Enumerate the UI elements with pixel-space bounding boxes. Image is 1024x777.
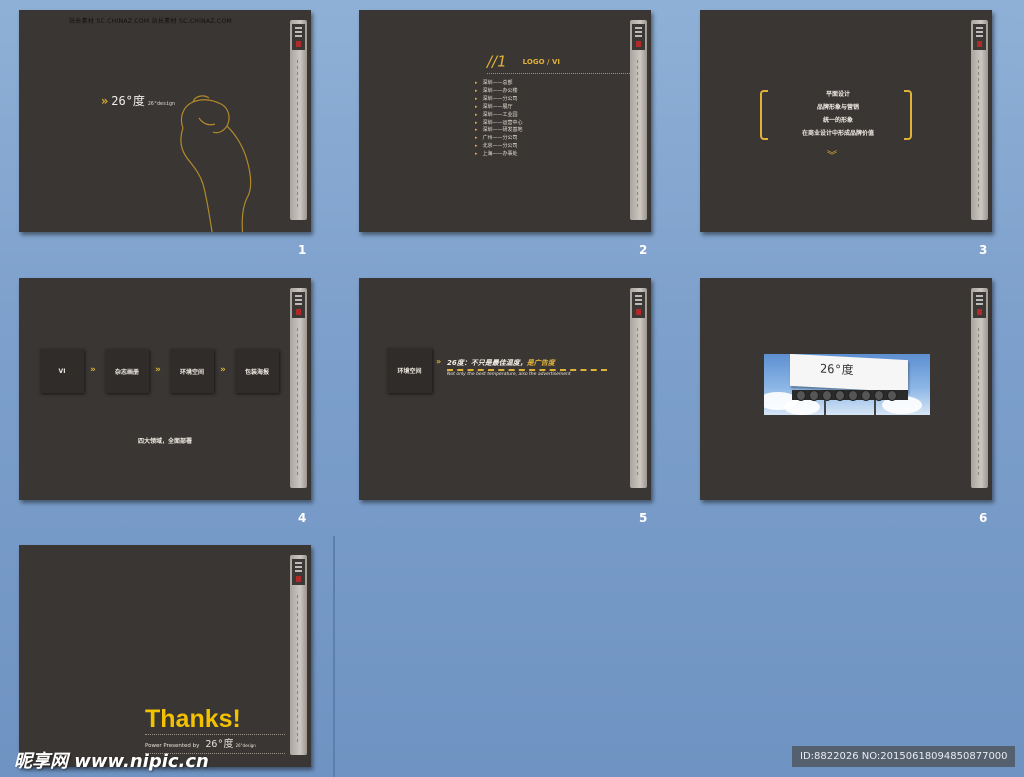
slide-subline: Not only the best temperature, also the … (447, 372, 571, 377)
slide-sidebar (290, 20, 307, 220)
chevron-right-icon: » (101, 94, 109, 108)
list-item: 深圳——工业园 (475, 112, 523, 120)
slide-thumbnail-2[interactable]: //1LOGO / VI 深圳——总部 深圳——办公楼 深圳——分公司 深圳——… (359, 10, 651, 232)
slide-header-text: 站长素材 SC.CHINAZ.COM 站长素材 SC.CHINAZ.COM (69, 18, 232, 25)
slide-body: 平面设计 品牌形象与营销 统一的形象 在商业设计中形成品牌价值 (801, 91, 874, 137)
chevron-right-icon: » (436, 357, 442, 366)
slide-thumbnail-5[interactable]: 环境空间 » 26度：不只是最佳温度，是广告度 Not only the bes… (359, 278, 651, 500)
chevron-right-icon: » (90, 365, 96, 375)
list-item: 深圳——分公司 (475, 96, 523, 104)
site-watermark: 昵享网 www.nipic.cn (14, 751, 209, 772)
slide-thumbnail-4[interactable]: VI » 杂志画册 » 环境空间 » 包装海报 四大领域，全面部署 (19, 278, 311, 500)
hand-illustration (180, 95, 252, 232)
category-box: VI (40, 349, 84, 393)
divider (487, 73, 630, 74)
location-list: 深圳——总部 深圳——办公楼 深圳——分公司 深圳——展厅 深圳——工业园 深圳… (475, 80, 523, 159)
list-item: 深圳——办公楼 (475, 88, 523, 96)
slide-number: 4 (298, 511, 307, 525)
chevron-right-icon: » (220, 365, 226, 375)
list-item: 深圳——展厅 (475, 104, 523, 112)
slide-subtitle: LOGO / VI (522, 57, 560, 66)
brand-name: 26°度 (205, 739, 234, 750)
list-item: 北京——分公司 (475, 143, 523, 151)
chevron-down-icon: ︾ (827, 151, 837, 162)
slide-title: //1 LOGO / VI (487, 52, 560, 71)
slide-thumbnail-7[interactable]: Thanks! Power Presented by 26°度 26°design (19, 545, 311, 767)
slide-thumbnail-1[interactable]: 站长素材 SC.CHINAZ.COM 站长素材 SC.CHINAZ.COM » 2… (19, 10, 311, 232)
slide-note: 四大领域，全面部署 (137, 438, 192, 445)
brand-name: 26°度 (111, 94, 145, 108)
slide-sidebar (290, 555, 307, 755)
slide-number: 5 (639, 511, 648, 525)
billboard-photo: 26°度 (764, 354, 930, 415)
panel-divider (333, 536, 335, 777)
slide-sidebar (971, 288, 988, 488)
billboard-text: 26°度 (820, 361, 854, 378)
brand-logo: » 26°度 26°design (101, 92, 175, 109)
slide-headline: 26度：不只是最佳温度，是广告度 (447, 359, 555, 367)
slide-number: 1 (298, 243, 307, 257)
slide-sidebar (290, 288, 307, 488)
slide-thumbnail-3[interactable]: 平面设计 品牌形象与营销 统一的形象 在商业设计中形成品牌价值 ︾ (700, 10, 992, 232)
slide-thumbnail-6[interactable]: 26°度 (700, 278, 992, 500)
slide-sidebar (971, 20, 988, 220)
slide-sidebar (630, 20, 647, 220)
divider (447, 369, 607, 371)
image-id-label: ID:8822026 NO:20150618094850877000 (792, 746, 1015, 767)
list-item: 上海——办事处 (475, 151, 523, 159)
slide-number: 3 (979, 243, 988, 257)
category-box: 包装海报 (235, 349, 279, 393)
list-item: 深圳——总部 (475, 80, 523, 88)
category-box: 杂志画册 (105, 349, 149, 393)
category-box: 环境空间 (170, 349, 214, 393)
category-box: 环境空间 (387, 348, 432, 393)
slide-number: 6 (979, 511, 988, 525)
thanks-title: Thanks! (145, 705, 241, 733)
chevron-right-icon: » (155, 365, 161, 375)
slide-sidebar (630, 288, 647, 488)
brand-subtitle: 26°design (235, 743, 256, 748)
slide-number: 2 (639, 243, 648, 257)
billboard: 26°度 (790, 354, 908, 393)
